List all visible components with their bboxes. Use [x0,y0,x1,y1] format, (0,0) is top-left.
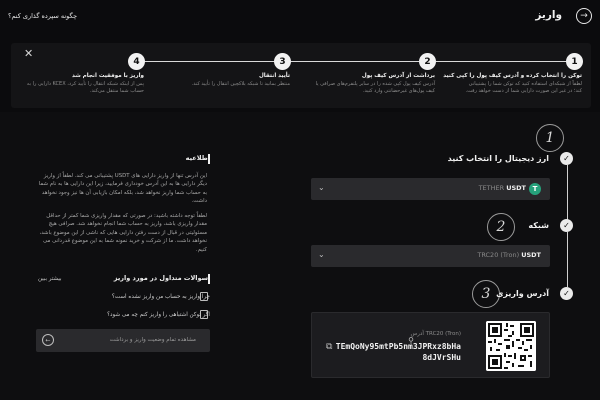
step-title-4: واریز با موفقیت انجام شد [71,73,144,79]
address-caption: TRC20 (Tron) آدرس [411,331,461,337]
coin-section-label: ارز دیجیتال را انتخاب کنید [447,154,549,163]
check-icon: ✓ [560,152,573,165]
progress-line [567,165,568,221]
network-select[interactable]: ⌄ TRC20 (Tron) USDT [311,245,550,267]
coin-name: TETHER [478,184,505,192]
check-icon: ✓ [560,219,573,232]
deposit-address-line1[interactable]: TEmQoNy95mtPb5nm3JPRxz8bHa [336,342,461,351]
search-icon: ⚲ [408,336,414,345]
step-desc-2: آدرس کیف پول کپی شده را در سایر پلتفرم‌ه… [315,81,435,94]
section-number-1: 1 [536,124,564,152]
notice-paragraph-2: لطفاً توجه داشته باشید: در صورتی که مقدا… [39,213,207,253]
step-desc-1: لطفاً از شبکه‌ای استفاده کنید که توکن شم… [465,81,582,94]
tether-icon: T [529,183,541,195]
step-number-1: 1 [566,53,583,70]
step-number-3: 3 [274,53,291,70]
step-number-2: 2 [419,53,436,70]
close-icon[interactable]: ✕ [24,47,33,60]
faq-more-link[interactable]: بیشتر ببین [38,276,62,282]
notice-title: اطلاعیه [185,154,210,162]
faq-item[interactable]: چرا واریز به حساب من واریز نشده است؟ [112,294,210,300]
arrow-left-icon[interactable]: ← [42,334,54,346]
chevron-down-icon: ⌄ [318,250,325,259]
check-icon: ✓ [560,287,573,300]
chevron-down-icon: ⌄ [318,183,325,192]
network-name: TRC20 (Tron) [477,251,520,259]
step-connector [291,61,419,62]
step-title-2: برداشت از آدرس کیف پول [361,73,435,79]
step-desc-4: پس از اینکه شبکه انتقال را تأیید کرد، KC… [26,81,144,94]
section-number-2: 2 [487,213,515,241]
arrow-right-icon[interactable]: → [576,8,592,24]
step-connector [144,61,274,62]
address-network-label: TRC20 (Tron) [425,331,461,337]
faq-accent-bar [208,274,210,284]
faq-title: سوالات متداول در مورد واریز [113,274,208,282]
address-section-label: آدرس واریزی [496,289,549,298]
progress-line [567,232,568,287]
coin-symbol: USDT [506,184,526,192]
top-bar: → واریز چگونه سپرده گذاری کنم؟ [0,0,600,32]
coin-select[interactable]: ⌄ TETHER USDT T [311,178,550,200]
deposit-address-card: TRC20 (Tron) آدرس TEmQoNy95mtPb5nm3JPRxz… [311,312,550,378]
faq-item[interactable]: اگر توکن اشتباهی را واریز کنم چه می شود؟ [107,312,210,318]
deposit-history-search[interactable]: مشاهده تمام وضعیت واریز و برداشت ← [36,329,210,352]
network-section-label: شبکه [528,221,549,230]
step-title-1: توکن را انتخاب کرده و آدرس کیف پول را کپ… [443,73,582,79]
page-title: واریز [535,9,562,21]
step-title-3: تأیید انتقال [258,73,290,79]
notice-paragraph-1: این آدرس تنها از واریز دارایی های USDT پ… [38,173,207,205]
network-symbol: USDT [521,251,541,259]
copy-icon[interactable]: ⧉ [326,342,332,352]
qr-code [486,321,536,371]
step-number-4: 4 [128,53,145,70]
search-placeholder: مشاهده تمام وضعیت واریز و برداشت [109,337,196,343]
step-connector [436,61,566,62]
deposit-address-line2[interactable]: 8dJVrSHu [422,353,461,362]
help-link[interactable]: چگونه سپرده گذاری کنم؟ [8,12,77,20]
step-desc-3: منتظر بمانید تا شبکه بلاکچین انتقال را ت… [191,81,290,87]
